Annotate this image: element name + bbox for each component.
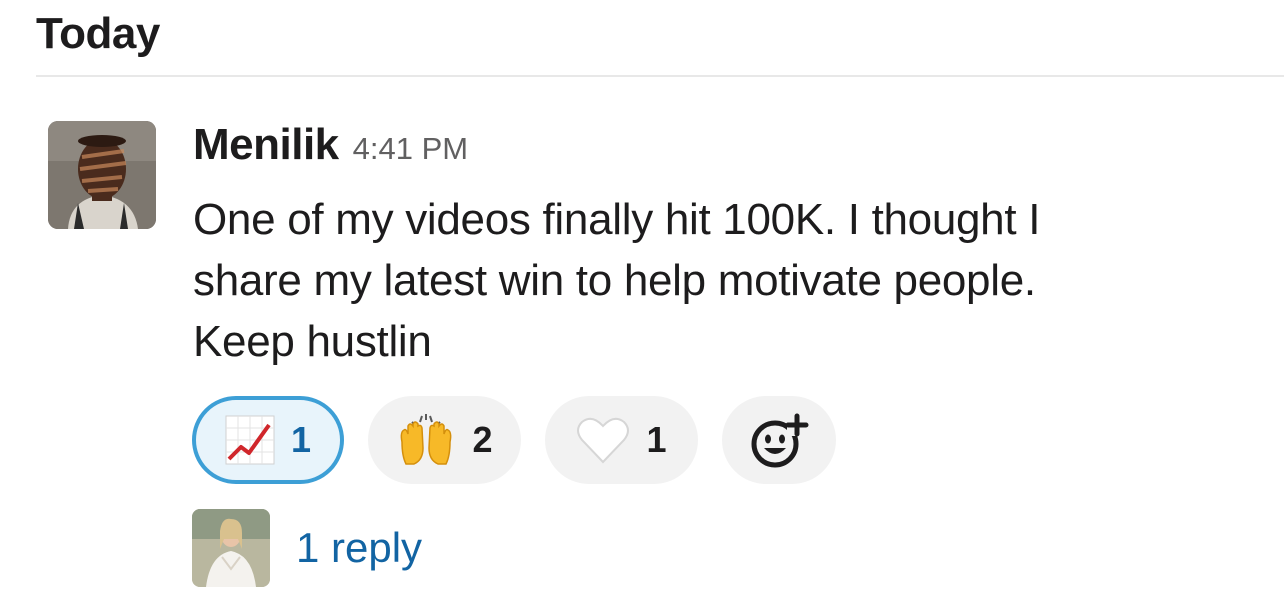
message-line: share my latest win to help motivate peo… <box>193 256 1036 305</box>
replier-avatar[interactable] <box>192 509 270 587</box>
reaction-raising-hands[interactable]: 2 <box>368 396 521 484</box>
reply-count-link[interactable]: 1 reply <box>296 524 422 572</box>
thread-summary[interactable]: 1 reply <box>192 509 422 587</box>
day-divider-label: Today <box>36 9 160 58</box>
user-avatar-photo-icon <box>48 121 156 229</box>
message-line: Keep hustlin <box>193 317 432 366</box>
message-body: One of my videos finally hit 100K. I tho… <box>193 189 1253 372</box>
reaction-white-heart[interactable]: 1 <box>545 396 698 484</box>
reaction-count: 1 <box>646 419 667 460</box>
raising-hands-emoji-icon <box>396 412 456 468</box>
white-heart-emoji-icon <box>576 416 630 464</box>
message-header: Menilik 4:41 PM <box>193 120 468 180</box>
reaction-count: 1 <box>290 419 312 460</box>
day-divider-line <box>36 75 1284 77</box>
message-line: One of my videos finally hit 100K. I tho… <box>193 195 1041 244</box>
author-name[interactable]: Menilik <box>193 120 339 170</box>
add-reaction-button[interactable] <box>722 396 836 484</box>
author-avatar[interactable] <box>48 121 156 229</box>
message-timestamp[interactable]: 4:41 PM <box>353 131 468 167</box>
replier-avatar-photo-icon <box>192 509 270 587</box>
add-emoji-icon <box>749 410 809 470</box>
chart-increasing-emoji-icon <box>225 415 275 465</box>
reaction-chart-increasing[interactable]: 1 <box>192 396 344 484</box>
reaction-bar: 1 2 1 <box>192 396 836 484</box>
reaction-count: 2 <box>472 419 493 460</box>
